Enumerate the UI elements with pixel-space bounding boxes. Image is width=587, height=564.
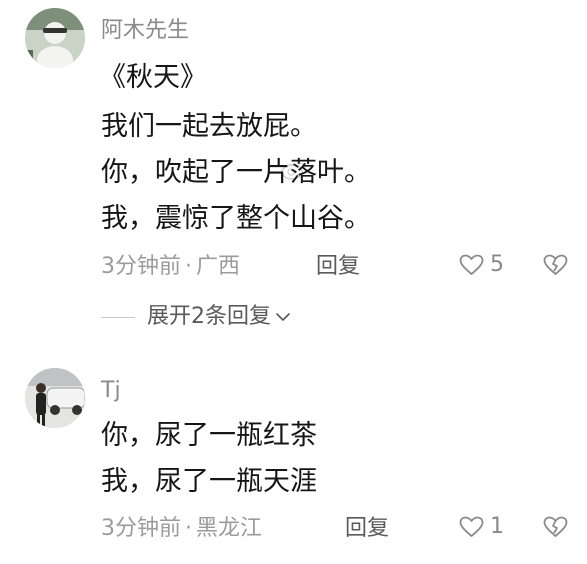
comment-text-line: 你，尿了一瓶红茶 — [101, 420, 317, 451]
broken-heart-icon — [543, 254, 568, 275]
comment-text-line: 《秋天》 — [99, 62, 207, 93]
comment-text-line: 你，吹起了一片落叶。 — [101, 157, 371, 188]
avatar-image — [25, 8, 85, 68]
avatar-image — [25, 368, 85, 428]
comment-text-line: 我，震惊了整个山谷。 — [101, 203, 371, 234]
avatar[interactable] — [25, 8, 85, 68]
meta-separator: · — [185, 516, 192, 541]
broken-heart-icon — [543, 516, 568, 537]
comment-meta: 3分钟前 · 黑龙江 — [101, 518, 262, 540]
comment-2: Tj 你，尿了一瓶红茶 我，尿了一瓶天涯 3分钟前 · 黑龙江 回复 1 — [0, 360, 587, 564]
dislike-button[interactable] — [543, 516, 568, 542]
dislike-button[interactable] — [543, 254, 568, 280]
avatar[interactable] — [25, 368, 85, 428]
meta-separator: · — [185, 254, 192, 279]
comment-1: 阿木先生 《秋天》 我们一起去放屁。 你，吹起了一片落叶。 我，震惊了整个山谷。… — [0, 0, 587, 300]
like-count: 5 — [490, 252, 504, 277]
comment-text-line: 我，尿了一瓶天涯 — [101, 466, 317, 497]
divider — [101, 316, 135, 318]
like-count: 1 — [490, 514, 504, 539]
reply-button[interactable]: 回复 — [345, 518, 389, 540]
reply-button[interactable]: 回复 — [316, 256, 360, 278]
chevron-down-icon — [276, 313, 290, 321]
username[interactable]: 阿木先生 — [101, 20, 189, 42]
heart-outline-icon — [459, 254, 484, 275]
username[interactable]: Tj — [101, 380, 121, 402]
heart-outline-icon — [459, 516, 484, 537]
location: 广西 — [196, 254, 241, 279]
like-button[interactable]: 5 — [459, 254, 504, 276]
expand-replies-label: 展开2条回复 — [147, 304, 271, 329]
timestamp: 3分钟前 — [101, 516, 181, 541]
timestamp: 3分钟前 — [101, 254, 181, 279]
location: 黑龙江 — [196, 516, 263, 541]
like-button[interactable]: 1 — [459, 516, 504, 538]
comment-meta: 3分钟前 · 广西 — [101, 256, 240, 278]
expand-replies-button[interactable]: 展开2条回复 — [101, 306, 291, 328]
comment-text-line: 我们一起去放屁。 — [101, 111, 317, 142]
